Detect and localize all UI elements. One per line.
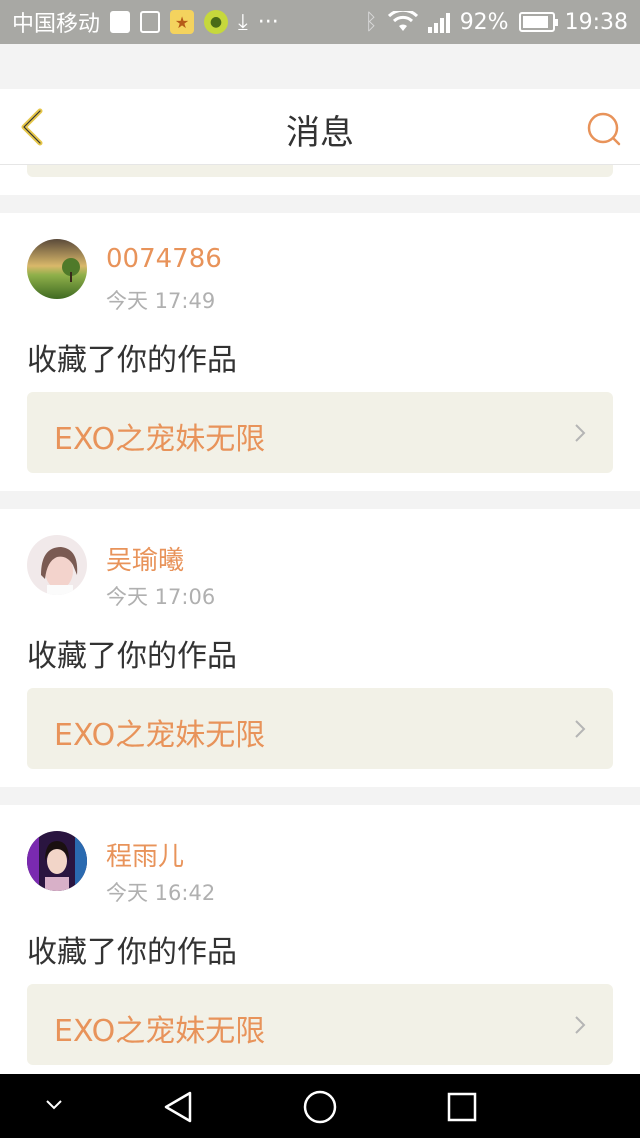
message-card[interactable]: 吴瑜曦 今天 17:06 收藏了你的作品 EXO之宠妹无限	[0, 509, 640, 787]
battery-icon	[518, 12, 558, 32]
previous-message-card	[0, 165, 640, 195]
chevron-right-icon	[575, 720, 586, 738]
back-triangle-icon[interactable]	[162, 1090, 194, 1124]
carrier-label: 中国移动	[12, 12, 101, 37]
image-icon	[140, 11, 161, 33]
wifi-icon	[387, 8, 418, 33]
recents-square-icon[interactable]	[446, 1091, 478, 1123]
avatar[interactable]	[27, 535, 87, 595]
home-circle-icon[interactable]	[302, 1089, 338, 1125]
message-time: 今天 16:42	[106, 881, 216, 905]
username[interactable]: 0074786	[106, 244, 222, 274]
signal-icon	[427, 11, 450, 33]
star-app-icon: ★	[170, 10, 195, 34]
work-title: EXO之宠妹无限	[54, 422, 266, 457]
username[interactable]: 吴瑜曦	[106, 540, 184, 577]
avatar[interactable]	[27, 239, 87, 299]
search-button[interactable]	[586, 111, 622, 147]
avatar[interactable]	[27, 831, 87, 891]
username[interactable]: 程雨儿	[106, 836, 184, 873]
message-text: 收藏了你的作品	[27, 639, 237, 674]
work-link[interactable]: EXO之宠妹无限	[27, 392, 613, 473]
chevron-right-icon	[575, 1016, 586, 1034]
green-app-icon: ●	[204, 10, 229, 34]
hide-keyboard-icon[interactable]	[44, 1098, 64, 1112]
clock: 19:38	[564, 9, 628, 35]
work-link[interactable]: EXO之宠妹无限	[27, 688, 613, 769]
work-title: EXO之宠妹无限	[54, 718, 266, 753]
work-link[interactable]: EXO之宠妹无限	[27, 984, 613, 1065]
message-text: 收藏了你的作品	[27, 935, 237, 970]
bluetooth-icon: ᛒ	[364, 9, 378, 35]
message-time: 今天 17:06	[106, 585, 216, 609]
message-card[interactable]: 程雨儿 今天 16:42 收藏了你的作品 EXO之宠妹无限	[0, 805, 640, 1083]
page-title: 消息	[286, 113, 354, 153]
sim-icon	[110, 11, 131, 33]
header-bar: 消息	[0, 89, 640, 165]
search-icon	[587, 112, 621, 146]
download-icon: ⤓	[238, 9, 248, 35]
previous-work-link[interactable]	[27, 165, 613, 177]
message-text: 收藏了你的作品	[27, 343, 237, 378]
chevron-right-icon	[575, 424, 586, 442]
message-card[interactable]: 0074786 今天 17:49 收藏了你的作品 EXO之宠妹无限	[0, 213, 640, 491]
status-bar: 中国移动 ★ ● ⤓ ··· ᛒ 92% 19:38	[0, 0, 640, 44]
work-title: EXO之宠妹无限	[54, 1014, 266, 1049]
message-time: 今天 17:49	[106, 289, 216, 313]
more-dots-icon: ···	[257, 9, 279, 35]
system-nav-bar	[0, 1074, 640, 1138]
battery-level-fill	[522, 16, 549, 28]
battery-percent: 92%	[459, 9, 509, 35]
